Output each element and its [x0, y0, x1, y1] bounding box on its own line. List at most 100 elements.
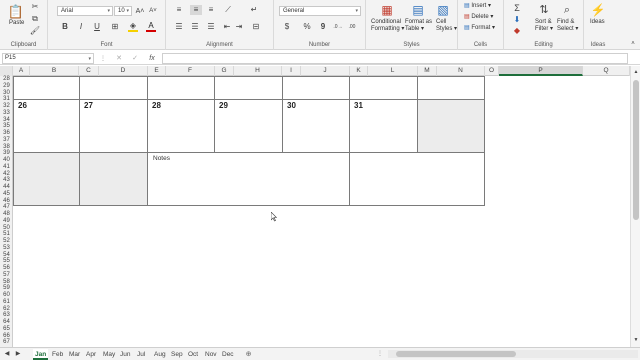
increase-decimal-icon[interactable]: .0→	[332, 22, 344, 32]
row-header[interactable]: 28	[0, 76, 13, 83]
find-select-icon[interactable]: ⌕	[560, 3, 574, 17]
notes-cell-right[interactable]	[349, 152, 485, 206]
column-header[interactable]: H	[234, 66, 282, 76]
row-header[interactable]: 61	[0, 299, 13, 306]
sheet-tab[interactable]: May	[101, 349, 117, 360]
increase-indent-icon[interactable]: ⇥	[234, 22, 244, 32]
worksheet-grid[interactable]: 26 27 28 29 30 31 Notes	[13, 76, 630, 347]
align-center-icon[interactable]: ☰	[190, 22, 200, 32]
day-cell[interactable]: 27	[79, 99, 148, 153]
prev-sheet-icon[interactable]: ◀	[3, 350, 11, 358]
row-header[interactable]: 54	[0, 252, 13, 259]
paste-icon[interactable]: 📋	[8, 4, 24, 18]
decrease-font-icon[interactable]: A˅	[148, 6, 158, 16]
horizontal-scrollbar[interactable]	[388, 350, 638, 358]
row-header[interactable]: 43	[0, 177, 13, 184]
number-format-select[interactable]: General ▾	[279, 6, 361, 16]
row-header[interactable]: 32	[0, 103, 13, 110]
ideas-icon[interactable]: ⚡	[591, 3, 606, 17]
wrap-text-icon[interactable]: ↵	[248, 5, 260, 15]
sheet-tab[interactable]: Nov	[203, 349, 219, 360]
row-header[interactable]: 39	[0, 150, 13, 157]
sheet-tab[interactable]: Mar	[67, 349, 82, 360]
row-header[interactable]: 66	[0, 333, 13, 340]
sheet-tab[interactable]: Dec	[220, 349, 236, 360]
row-header[interactable]: 65	[0, 326, 13, 333]
fill-icon[interactable]: ⬇	[512, 15, 522, 25]
font-name-select[interactable]: Arial ▾	[57, 6, 113, 16]
day-cell[interactable]: 28	[147, 99, 215, 153]
ideas-button[interactable]: Ideas	[590, 19, 605, 26]
row-header[interactable]: 38	[0, 144, 13, 151]
row-header[interactable]: 37	[0, 137, 13, 144]
column-header[interactable]: M	[418, 66, 437, 76]
collapse-ribbon-icon[interactable]: ˄	[629, 40, 637, 48]
column-header[interactable]: K	[350, 66, 368, 76]
format-as-table-icon[interactable]: ▤	[411, 3, 425, 17]
empty-day-cell[interactable]	[417, 99, 485, 153]
calendar-cell[interactable]	[417, 76, 485, 100]
column-header[interactable]: O	[485, 66, 499, 76]
column-header[interactable]: L	[368, 66, 418, 76]
row-header[interactable]: 58	[0, 279, 13, 286]
calendar-cell[interactable]	[349, 76, 418, 100]
row-header[interactable]: 48	[0, 211, 13, 218]
row-header[interactable]: 31	[0, 96, 13, 103]
row-header[interactable]: 53	[0, 245, 13, 252]
sheet-tab[interactable]: Feb	[50, 349, 65, 360]
percent-button[interactable]: %	[302, 22, 312, 32]
select-all-corner[interactable]	[0, 66, 13, 76]
vertical-scrollbar[interactable]: ▲ ▼	[630, 66, 640, 347]
row-header[interactable]: 44	[0, 184, 13, 191]
row-header[interactable]: 49	[0, 218, 13, 225]
sort-filter-button[interactable]: Sort & Filter ▾	[535, 19, 553, 33]
row-header[interactable]: 34	[0, 117, 13, 124]
day-cell[interactable]: 31	[349, 99, 418, 153]
column-header[interactable]: Q	[583, 66, 630, 76]
row-header[interactable]: 59	[0, 285, 13, 292]
row-header[interactable]: 62	[0, 306, 13, 313]
notes-cell[interactable]: Notes	[147, 152, 350, 206]
bold-button[interactable]: B	[60, 22, 70, 32]
empty-day-cell[interactable]	[79, 152, 148, 206]
row-header[interactable]: 55	[0, 258, 13, 265]
sheet-tab[interactable]: Apr	[84, 349, 98, 360]
sheet-tab[interactable]: Jan	[33, 349, 49, 360]
align-left-icon[interactable]: ☰	[174, 22, 184, 32]
column-header[interactable]: G	[215, 66, 234, 76]
calendar-cell[interactable]	[147, 76, 215, 100]
fill-color-icon[interactable]: ◈	[128, 22, 138, 32]
row-header[interactable]: 36	[0, 130, 13, 137]
row-header[interactable]: 60	[0, 292, 13, 299]
column-header[interactable]: A	[13, 66, 30, 76]
format-as-table-button[interactable]: Format as Table ▾	[405, 19, 432, 33]
row-header[interactable]: 46	[0, 198, 13, 205]
cut-icon[interactable]: ✂	[31, 3, 39, 11]
currency-button[interactable]: $	[282, 22, 292, 32]
comma-button[interactable]: 9	[318, 22, 328, 32]
row-header[interactable]: 56	[0, 265, 13, 272]
copy-icon[interactable]: ⧉	[31, 15, 39, 23]
decrease-indent-icon[interactable]: ⇤	[222, 22, 232, 32]
column-header[interactable]: D	[99, 66, 148, 76]
align-right-icon[interactable]: ☰	[206, 22, 216, 32]
cancel-icon[interactable]: ✕	[115, 54, 123, 63]
paste-button[interactable]: Paste	[9, 20, 24, 27]
row-header[interactable]: 47	[0, 204, 13, 211]
conditional-formatting-icon[interactable]: ▦	[380, 3, 394, 17]
row-header[interactable]: 35	[0, 123, 13, 130]
align-bottom-icon[interactable]: ≡	[206, 5, 216, 15]
align-top-icon[interactable]: ≡	[174, 5, 184, 15]
name-box[interactable]: P15 ▾	[2, 53, 94, 64]
italic-button[interactable]: I	[76, 22, 86, 32]
row-header[interactable]: 30	[0, 90, 13, 97]
day-cell[interactable]: 30	[282, 99, 350, 153]
horizontal-scroll-thumb[interactable]	[396, 351, 516, 357]
enter-icon[interactable]: ✓	[131, 54, 139, 63]
column-header[interactable]: N	[437, 66, 485, 76]
merge-center-icon[interactable]: ⊟	[250, 22, 262, 32]
add-sheet-icon[interactable]: ⊕	[244, 350, 253, 359]
row-header[interactable]: 57	[0, 272, 13, 279]
align-middle-icon[interactable]: ≡	[190, 5, 202, 15]
column-header[interactable]: J	[301, 66, 350, 76]
